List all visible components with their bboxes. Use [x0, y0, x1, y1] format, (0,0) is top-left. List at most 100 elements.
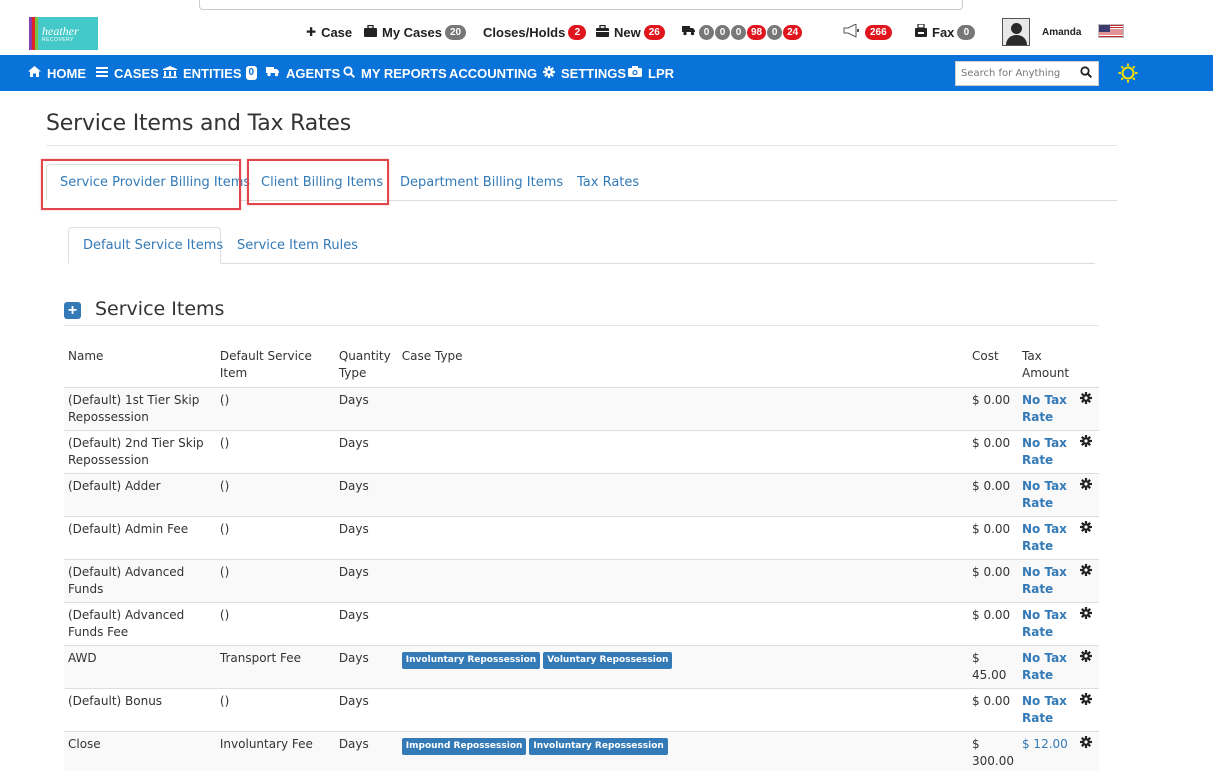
user-avatar[interactable] [1002, 18, 1030, 46]
cell-case-type: Involuntary Repossession Voluntary Reposs… [397, 645, 968, 689]
cell-cost-text: $ 300.00 [972, 737, 1014, 768]
cell-name-text: AWD [68, 651, 97, 665]
entities-badge: 0 [245, 66, 258, 80]
cell-tax-amount[interactable]: No Tax Rate [1017, 559, 1076, 603]
cell-tax-amount-text[interactable]: No Tax Rate [1022, 522, 1067, 553]
section-title: Service Items [95, 298, 225, 320]
col-header-case-type[interactable]: Case Type [397, 340, 968, 388]
cell-tax-amount-text[interactable]: No Tax Rate [1022, 436, 1067, 467]
cell-quantity-type-text: Days [338, 522, 369, 536]
my-cases-link[interactable]: My Cases 20 [364, 24, 467, 40]
global-search [955, 61, 1099, 86]
cell-default-item: () [215, 473, 335, 517]
cell-name: (Default) Advanced Funds Fee [64, 602, 216, 646]
new-items-label: New [614, 24, 641, 40]
global-search-input[interactable] [956, 62, 1074, 85]
cell-tax-amount[interactable]: $ 12.00 [1017, 731, 1076, 771]
cell-tax-amount-text[interactable]: No Tax Rate [1022, 565, 1067, 596]
nav-my-reports[interactable]: MY REPORTS [343, 55, 447, 91]
tab-department-billing-items[interactable]: Department Billing Items [400, 175, 563, 190]
nav-agents[interactable]: AGENTS [266, 55, 340, 91]
tab-service-item-rules[interactable]: Service Item Rules [237, 238, 358, 253]
gear-icon[interactable] [1079, 478, 1092, 494]
top-search-field[interactable] [199, 0, 963, 10]
nav-entities[interactable]: ENTITIES 0 [163, 55, 258, 91]
cell-cost-text: $ 45.00 [972, 651, 1007, 682]
cell-name-text: (Default) Advanced Funds Fee [68, 608, 185, 639]
gear-icon [543, 65, 555, 81]
truck-badge-5: 0 [767, 24, 783, 40]
col-header-default-item[interactable]: Default Service Item [215, 340, 335, 388]
fax-icon [915, 23, 927, 40]
gear-icon[interactable] [1079, 736, 1092, 752]
cell-default-item: () [215, 387, 335, 431]
gear-icon[interactable] [1079, 521, 1092, 537]
cell-tax-amount-text[interactable]: $ 12.00 [1022, 737, 1068, 751]
cell-tax-amount-text[interactable]: No Tax Rate [1022, 694, 1067, 725]
gear-icon[interactable] [1079, 392, 1092, 408]
nav-home[interactable]: HOME [28, 55, 86, 91]
gear-icon[interactable] [1079, 650, 1092, 666]
announcements-link[interactable]: 266 [842, 22, 892, 40]
nav-settings[interactable]: SETTINGS [543, 55, 626, 91]
add-service-item-icon[interactable]: + [64, 302, 81, 319]
cell-tax-amount[interactable]: No Tax Rate [1017, 473, 1076, 517]
new-items-badge: 26 [643, 24, 665, 40]
home-icon [28, 66, 41, 80]
cell-cost-text: $ 0.00 [972, 522, 1011, 536]
col-header-tax-amount[interactable]: Tax Amount [1017, 340, 1076, 388]
tab-default-service-items[interactable]: Default Service Items [83, 238, 223, 253]
announcements-badge: 266 [865, 24, 892, 40]
nav-accounting-label: ACCOUNTING [449, 65, 538, 81]
cell-quantity-type-text: Days [338, 479, 369, 493]
us-flag-icon[interactable] [1098, 24, 1124, 38]
sun-icon[interactable] [1118, 63, 1138, 83]
nav-lpr[interactable]: LPR [628, 55, 674, 91]
section-divider [64, 325, 1099, 326]
col-header-quantity-type[interactable]: Quantity Type [334, 340, 398, 388]
tab-tax-rates[interactable]: Tax Rates [577, 175, 639, 190]
col-header-cost[interactable]: Cost [968, 340, 1018, 388]
truck-icon [266, 66, 280, 80]
gear-icon[interactable] [1079, 693, 1092, 709]
cell-name-text: (Default) Advanced Funds [68, 565, 185, 596]
cell-tax-amount-text[interactable]: No Tax Rate [1022, 608, 1067, 639]
cell-tax-amount[interactable]: No Tax Rate [1017, 645, 1076, 689]
new-items-link[interactable]: New 26 [596, 24, 665, 40]
table-row: (Default) Adder () Days $ 0.00 No Tax Rate [64, 473, 1099, 517]
fax-link[interactable]: Fax 0 [915, 23, 976, 40]
cell-tax-amount-text[interactable]: No Tax Rate [1022, 479, 1067, 510]
cell-tax-amount[interactable]: No Tax Rate [1017, 688, 1076, 732]
user-name[interactable]: Amanda [1042, 27, 1081, 38]
cell-cost: $ 0.00 [968, 473, 1018, 517]
cell-default-item: () [215, 559, 335, 603]
gear-icon[interactable] [1079, 607, 1092, 623]
col-header-name[interactable]: Name [64, 340, 216, 388]
gear-icon[interactable] [1079, 435, 1092, 451]
cell-cost-text: $ 0.00 [972, 565, 1011, 579]
cell-actions [1075, 430, 1099, 474]
cell-name-text: (Default) Admin Fee [68, 522, 189, 536]
closes-holds-link[interactable]: Closes/Holds 2 [483, 24, 587, 40]
nav-accounting[interactable]: ACCOUNTING [449, 55, 537, 91]
nav-cases[interactable]: CASES [96, 55, 159, 91]
fax-badge: 0 [957, 24, 976, 40]
cell-tax-amount-text[interactable]: No Tax Rate [1022, 651, 1067, 682]
cell-quantity-type-text: Days [338, 608, 369, 622]
company-logo[interactable]: heather RECOVERY [29, 17, 98, 50]
highlight-box-client-billing [247, 159, 389, 205]
cell-name: (Default) Adder [64, 473, 216, 517]
truck-status-group[interactable]: 0 0 0 98 0 24 [682, 24, 803, 40]
search-icon[interactable] [1074, 66, 1098, 81]
cell-tax-amount-text[interactable]: No Tax Rate [1022, 393, 1067, 424]
my-cases-label: My Cases [382, 24, 442, 40]
new-case-link[interactable]: ✚ Case [306, 24, 352, 40]
cell-tax-amount[interactable]: No Tax Rate [1017, 430, 1076, 474]
cell-name-text: (Default) Adder [68, 479, 161, 493]
cell-tax-amount[interactable]: No Tax Rate [1017, 387, 1076, 431]
gear-icon[interactable] [1079, 564, 1092, 580]
cell-tax-amount[interactable]: No Tax Rate [1017, 602, 1076, 646]
avatar-head [1011, 23, 1022, 34]
cell-tax-amount[interactable]: No Tax Rate [1017, 516, 1076, 560]
table-row: (Default) Bonus () Days $ 0.00 No Tax Rate [64, 688, 1099, 732]
